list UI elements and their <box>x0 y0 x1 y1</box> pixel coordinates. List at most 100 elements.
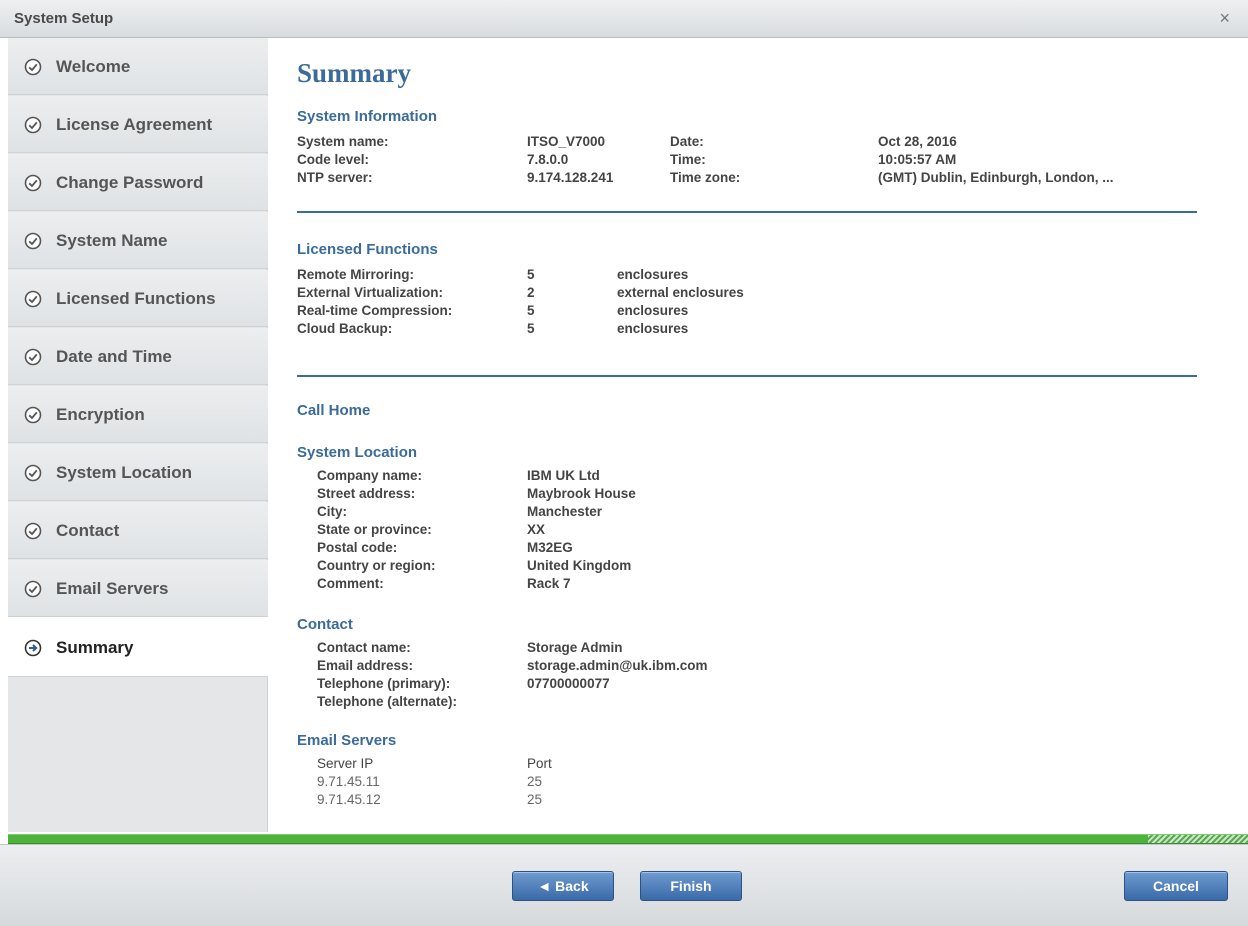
label-location: Country or region: <box>317 558 436 573</box>
value-location: IBM UK Ltd <box>527 468 600 483</box>
section-title-contact: Contact <box>297 616 353 633</box>
label-system-name: System name: <box>297 134 389 149</box>
value-code-level: 7.8.0.0 <box>527 152 569 167</box>
step-label: System Name <box>56 231 168 250</box>
value-date: Oct 28, 2016 <box>878 134 957 149</box>
summary-panel: Summary System Information System name: … <box>272 38 1248 832</box>
check-circle-icon <box>24 116 42 134</box>
check-circle-icon <box>24 290 42 308</box>
server-ip: 9.71.45.11 <box>317 774 380 789</box>
step-label: License Agreement <box>56 115 213 134</box>
label-code-level: Code level: <box>297 152 370 167</box>
window-title: System Setup <box>14 10 114 27</box>
progress-bar <box>8 834 1248 844</box>
check-circle-icon <box>24 58 42 76</box>
value-time-zone: (GMT) Dublin, Edinburgh, London, ... <box>878 170 1114 185</box>
completed-steps: Welcome License Agreement Change Passwor… <box>8 38 268 617</box>
value-location: M32EG <box>527 540 573 555</box>
value-license: 5 <box>527 303 535 318</box>
wizard-footer: ◄ Back Finish Cancel <box>0 844 1248 926</box>
section-divider <box>297 211 1197 213</box>
cancel-button[interactable]: Cancel <box>1124 871 1228 901</box>
step-label: Welcome <box>56 57 131 76</box>
step-label: Date and Time <box>56 347 172 366</box>
label-contact: Telephone (primary): <box>317 676 451 691</box>
server-port: 25 <box>527 774 543 789</box>
label-contact: Email address: <box>317 658 414 673</box>
value-system-name: ITSO_V7000 <box>527 134 606 149</box>
wizard-sidebar: Welcome License Agreement Change Passwor… <box>0 38 272 832</box>
value-contact: Storage Admin <box>527 640 623 655</box>
check-circle-icon <box>24 174 42 192</box>
label-date: Date: <box>670 134 704 149</box>
sidebar-filler <box>8 676 268 832</box>
value-location: XX <box>527 522 546 537</box>
step-date-and-time[interactable]: Date and Time <box>8 328 268 385</box>
value-location: Manchester <box>527 504 603 519</box>
label-license: Real-time Compression: <box>297 303 453 318</box>
finish-button[interactable]: Finish <box>640 871 742 901</box>
unit-license: enclosures <box>617 303 689 318</box>
step-encryption[interactable]: Encryption <box>8 386 268 443</box>
value-time: 10:05:57 AM <box>878 152 957 167</box>
step-system-name[interactable]: System Name <box>8 212 268 269</box>
label-contact: Contact name: <box>317 640 411 655</box>
label-location: Postal code: <box>317 540 398 555</box>
close-icon[interactable]: × <box>1219 8 1230 29</box>
step-welcome[interactable]: Welcome <box>8 38 268 95</box>
step-license-agreement[interactable]: License Agreement <box>8 96 268 153</box>
section-title-system-location: System Location <box>297 444 418 461</box>
section-title-email-servers: Email Servers <box>297 732 397 749</box>
step-licensed-functions[interactable]: Licensed Functions <box>8 270 268 327</box>
value-license: 5 <box>527 321 535 336</box>
label-time-zone: Time zone: <box>670 170 741 185</box>
step-label: Licensed Functions <box>56 289 216 308</box>
step-email-servers[interactable]: Email Servers <box>8 560 268 617</box>
label-location: Company name: <box>317 468 423 483</box>
section-title-licensed-functions: Licensed Functions <box>297 241 438 258</box>
title-bar: System Setup × <box>0 0 1248 38</box>
section-title-call-home: Call Home <box>297 402 371 419</box>
step-label: Summary <box>56 638 134 657</box>
server-ip: 9.71.45.12 <box>317 792 381 807</box>
check-circle-icon <box>24 406 42 424</box>
step-system-location[interactable]: System Location <box>8 444 268 501</box>
back-button[interactable]: ◄ Back <box>512 871 614 901</box>
page-title: Summary <box>297 58 411 88</box>
step-contact[interactable]: Contact <box>8 502 268 559</box>
check-circle-icon <box>24 348 42 366</box>
step-label: Change Password <box>56 173 204 192</box>
step-label: Encryption <box>56 405 145 424</box>
value-location: United Kingdom <box>527 558 632 573</box>
check-circle-icon <box>24 464 42 482</box>
server-port: 25 <box>527 792 543 807</box>
section-title-system-information: System Information <box>297 108 438 125</box>
progress-bar-stripes <box>1148 835 1248 843</box>
label-license: External Virtualization: <box>297 285 444 300</box>
label-location: Street address: <box>317 486 416 501</box>
value-contact: storage.admin@uk.ibm.com <box>527 658 708 673</box>
value-location: Maybrook House <box>527 486 636 501</box>
unit-license: enclosures <box>617 267 689 282</box>
label-location: State or province: <box>317 522 432 537</box>
step-label: Email Servers <box>56 579 169 598</box>
check-circle-icon <box>24 232 42 250</box>
value-location: Rack 7 <box>527 576 571 591</box>
unit-license: external enclosures <box>617 285 744 300</box>
check-circle-icon <box>24 522 42 540</box>
step-label: System Location <box>56 463 193 482</box>
check-circle-icon <box>24 580 42 598</box>
value-ntp-server: 9.174.128.241 <box>527 170 614 185</box>
value-contact: 07700000077 <box>527 676 610 691</box>
value-license: 5 <box>527 267 535 282</box>
step-summary[interactable]: Summary <box>8 625 268 671</box>
label-location: City: <box>317 504 347 519</box>
column-header-server-ip: Server IP <box>317 756 374 771</box>
column-header-port: Port <box>527 756 552 771</box>
label-time: Time: <box>670 152 706 167</box>
step-change-password[interactable]: Change Password <box>8 154 268 211</box>
label-location: Comment: <box>317 576 384 591</box>
section-divider <box>297 375 1197 377</box>
label-license: Cloud Backup: <box>297 321 393 336</box>
unit-license: enclosures <box>617 321 689 336</box>
